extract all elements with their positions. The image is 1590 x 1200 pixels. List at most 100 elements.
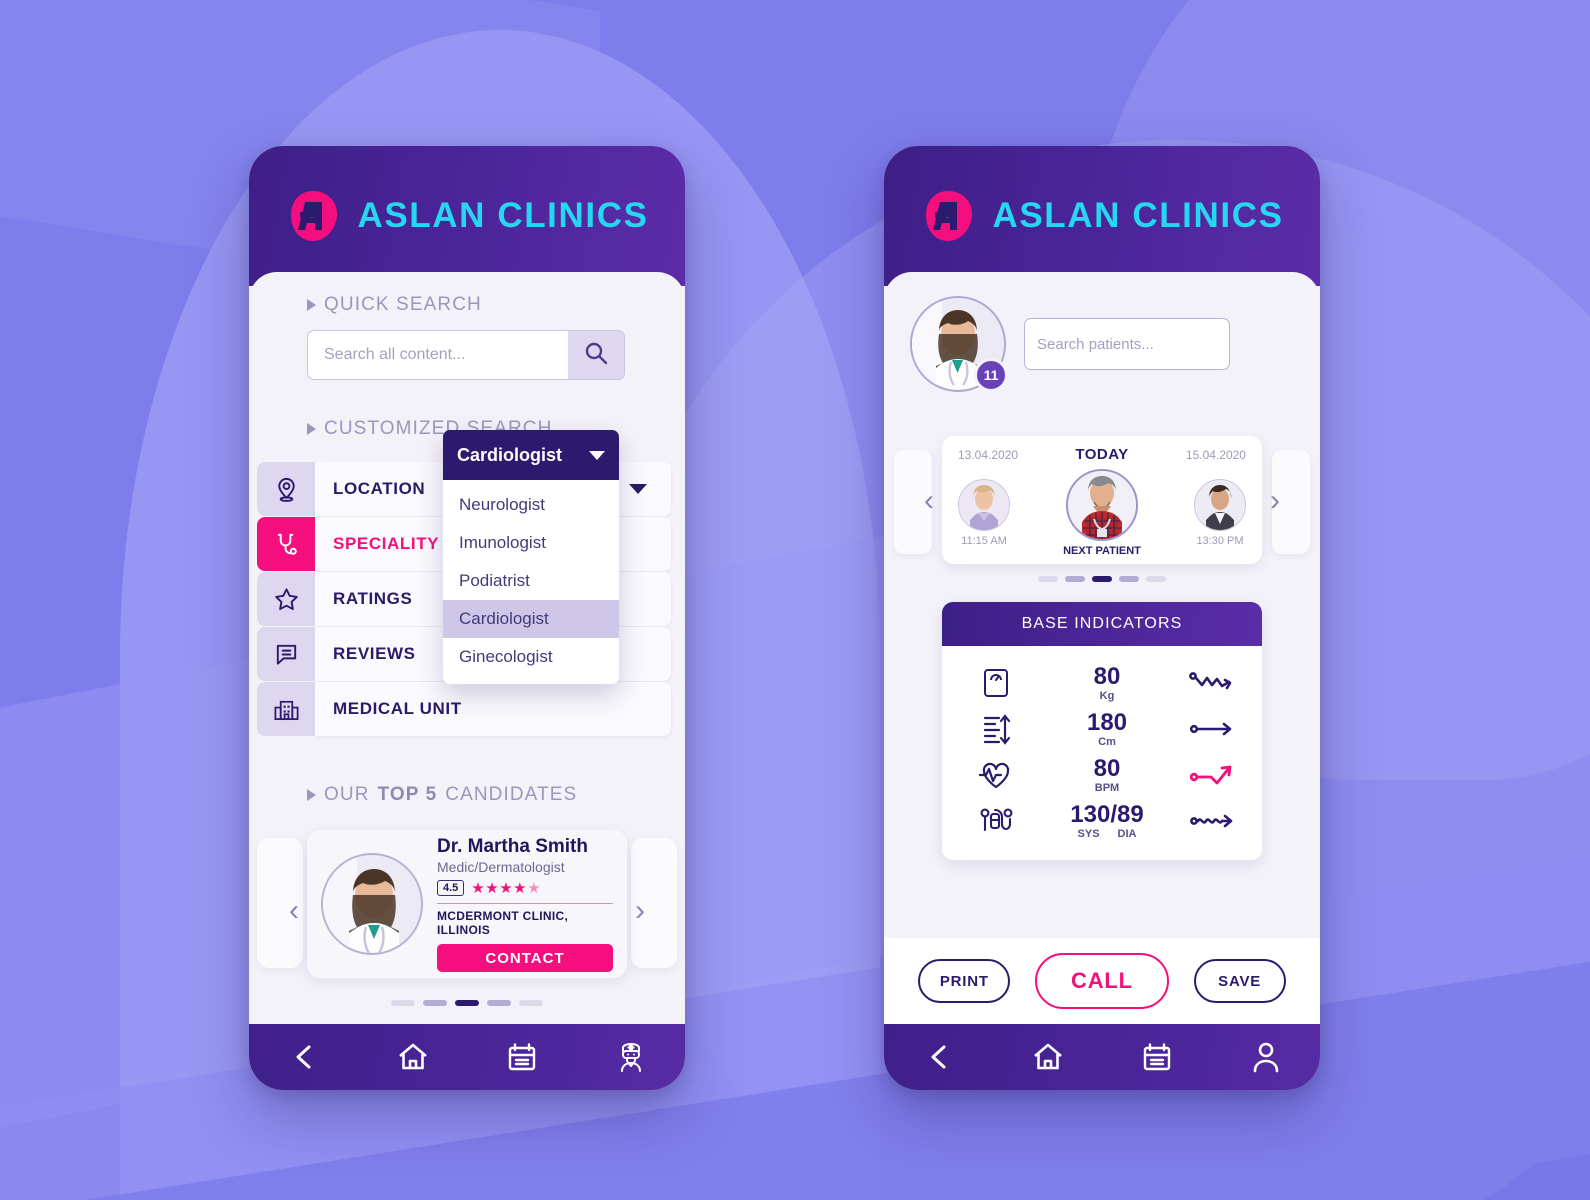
doctor-avatar bbox=[321, 853, 423, 955]
value: 130/89 bbox=[1070, 800, 1144, 828]
stethoscope-icon bbox=[257, 517, 315, 571]
patient-following[interactable]: 13:30 PM bbox=[1193, 479, 1246, 547]
carousel-pagination bbox=[249, 1000, 685, 1006]
pagination-dot[interactable] bbox=[1065, 576, 1085, 582]
quick-search-label: QUICK SEARCH bbox=[324, 294, 482, 315]
indicator-row-height: 180 Cm bbox=[950, 706, 1254, 752]
pagination-dot-active[interactable] bbox=[1092, 576, 1112, 582]
appointments-pagination bbox=[942, 576, 1262, 582]
units: SYS DIA bbox=[1042, 827, 1172, 840]
nav-profile-button[interactable] bbox=[1246, 1037, 1286, 1077]
dropdown-option[interactable]: Neurologist bbox=[443, 486, 619, 524]
dropdown-option[interactable]: Imunologist bbox=[443, 524, 619, 562]
contact-button[interactable]: CONTACT bbox=[437, 944, 613, 973]
nav-calendar-button[interactable] bbox=[502, 1037, 542, 1077]
quick-search-title: QUICK SEARCH bbox=[307, 294, 625, 316]
unit-dia: DIA bbox=[1117, 827, 1137, 840]
carousel-prev-button[interactable]: ‹ bbox=[289, 896, 299, 926]
pagination-dot[interactable] bbox=[1119, 576, 1139, 582]
value: 180 bbox=[1086, 708, 1128, 736]
dropdown-selected-value[interactable]: Cardiologist bbox=[443, 430, 619, 480]
pagination-dot[interactable] bbox=[487, 1000, 511, 1006]
doctor-info: Dr. Martha Smith Medic/Dermatologist 4.5… bbox=[437, 836, 613, 973]
nav-back-button[interactable] bbox=[284, 1037, 324, 1077]
pagination-dot[interactable] bbox=[519, 1000, 543, 1006]
star-half: ★ bbox=[527, 879, 542, 897]
appointments-card: 13.04.2020 TODAY 15.04.2020 11:15 AM NEX… bbox=[942, 436, 1262, 582]
candidates-title-bold: TOP 5 bbox=[377, 784, 438, 805]
indicator-value-height: 180 Cm bbox=[1042, 708, 1172, 748]
indicator-value-blood-pressure: 130/89 SYS DIA bbox=[1042, 800, 1172, 840]
value: 80 bbox=[1093, 754, 1121, 782]
rating-row: 4.5 ★★★★★ bbox=[437, 879, 613, 897]
triangle-bullet-icon bbox=[307, 789, 316, 801]
brand-name: ASLAN CLINICS bbox=[357, 196, 649, 235]
patient-search-input[interactable] bbox=[1025, 319, 1229, 369]
weight-scale-icon bbox=[950, 666, 1042, 700]
aslan-a-cross-logo-icon bbox=[285, 188, 341, 244]
nav-home-button[interactable] bbox=[1028, 1037, 1068, 1077]
patient-next[interactable]: NEXT PATIENT bbox=[1063, 469, 1141, 557]
dropdown-option[interactable]: Ginecologist bbox=[443, 638, 619, 676]
pagination-dot[interactable] bbox=[423, 1000, 447, 1006]
indicators-body: 80 Kg 180 Cm 80 BPM 130/89 SYS DIA bbox=[942, 646, 1262, 860]
date-next: 15.04.2020 bbox=[1185, 448, 1246, 462]
print-button[interactable]: PRINT bbox=[918, 959, 1011, 1003]
candidates-title-suffix: CANDIDATES bbox=[445, 784, 578, 805]
chevron-down-icon[interactable] bbox=[629, 484, 647, 494]
pagination-dot[interactable] bbox=[1038, 576, 1058, 582]
pagination-dot-active[interactable] bbox=[455, 1000, 479, 1006]
hospital-building-icon bbox=[257, 682, 315, 736]
appointments-next-button[interactable]: › bbox=[1270, 486, 1280, 516]
search-input[interactable] bbox=[308, 331, 568, 379]
profile-avatar-wrap[interactable]: 11 bbox=[910, 296, 1008, 392]
app-header: ASLAN CLINICS bbox=[884, 146, 1320, 286]
right-screen-body: 11 ‹ › 13.04.2020 bbox=[884, 272, 1320, 1024]
date-previous: 13.04.2020 bbox=[958, 448, 1019, 462]
trend-wavy-arrow-icon bbox=[1172, 808, 1254, 834]
appointments-prev-button[interactable]: ‹ bbox=[924, 486, 934, 516]
nav-calendar-button[interactable] bbox=[1137, 1037, 1177, 1077]
nav-home-button[interactable] bbox=[393, 1037, 433, 1077]
notification-badge: 11 bbox=[974, 358, 1008, 392]
filter-row-medical-unit[interactable]: MEDICAL UNIT bbox=[249, 682, 685, 736]
unit: BPM bbox=[1094, 781, 1120, 794]
star-icon bbox=[257, 572, 315, 626]
pagination-dot[interactable] bbox=[391, 1000, 415, 1006]
phone-left-search-screen: ASLAN CLINICS QUICK SEARCH Search all co… bbox=[249, 146, 685, 1090]
indicators-title: BASE INDICATORS bbox=[942, 602, 1262, 646]
call-button[interactable]: CALL bbox=[1034, 953, 1169, 1009]
trend-up-arrow-icon bbox=[1172, 762, 1254, 788]
action-bar: PRINT CALL SAVE bbox=[884, 938, 1320, 1024]
dropdown-option[interactable]: Podiatrist bbox=[443, 562, 619, 600]
indicator-row-pulse: 80 BPM bbox=[950, 752, 1254, 798]
candidates-title-prefix: OUR bbox=[324, 784, 370, 805]
blood-pressure-cuff-icon bbox=[950, 804, 1042, 838]
dropdown-selected-label: Cardiologist bbox=[457, 444, 563, 465]
date-today: TODAY bbox=[1075, 446, 1129, 463]
appointments-dates: 13.04.2020 TODAY 15.04.2020 bbox=[958, 446, 1246, 463]
indicator-row-weight: 80 Kg bbox=[950, 660, 1254, 706]
height-ruler-icon bbox=[950, 712, 1042, 746]
pagination-dot[interactable] bbox=[1146, 576, 1166, 582]
patient-time: 13:30 PM bbox=[1196, 535, 1244, 547]
brand-name: ASLAN CLINICS bbox=[992, 196, 1284, 235]
patient-previous[interactable]: 11:15 AM bbox=[958, 479, 1010, 547]
map-pin-icon bbox=[257, 462, 315, 516]
stars-full: ★★★★ bbox=[471, 879, 528, 897]
save-button[interactable]: SAVE bbox=[1193, 959, 1286, 1003]
quick-search-box bbox=[307, 330, 625, 380]
base-indicators-panel: BASE INDICATORS 80 Kg 180 Cm 80 BPM 130/… bbox=[942, 602, 1262, 860]
search-button[interactable] bbox=[568, 331, 624, 379]
candidates-carousel: ‹ › Dr. Martha Smith Medic/Dermatologist… bbox=[249, 824, 685, 1006]
doctor-card[interactable]: Dr. Martha Smith Medic/Dermatologist 4.5… bbox=[307, 830, 627, 978]
page-background bbox=[0, 0, 1590, 1200]
patient-status: NEXT PATIENT bbox=[1063, 545, 1141, 557]
dropdown-options: Neurologist Imunologist Podiatrist Cardi… bbox=[443, 480, 619, 684]
nav-doctor-button[interactable] bbox=[611, 1037, 651, 1077]
dropdown-option-selected[interactable]: Cardiologist bbox=[443, 600, 619, 638]
patient-search-box bbox=[1024, 318, 1230, 370]
nav-back-button[interactable] bbox=[919, 1037, 959, 1077]
carousel-next-button[interactable]: › bbox=[635, 896, 645, 926]
rating-value-badge: 4.5 bbox=[437, 879, 465, 896]
